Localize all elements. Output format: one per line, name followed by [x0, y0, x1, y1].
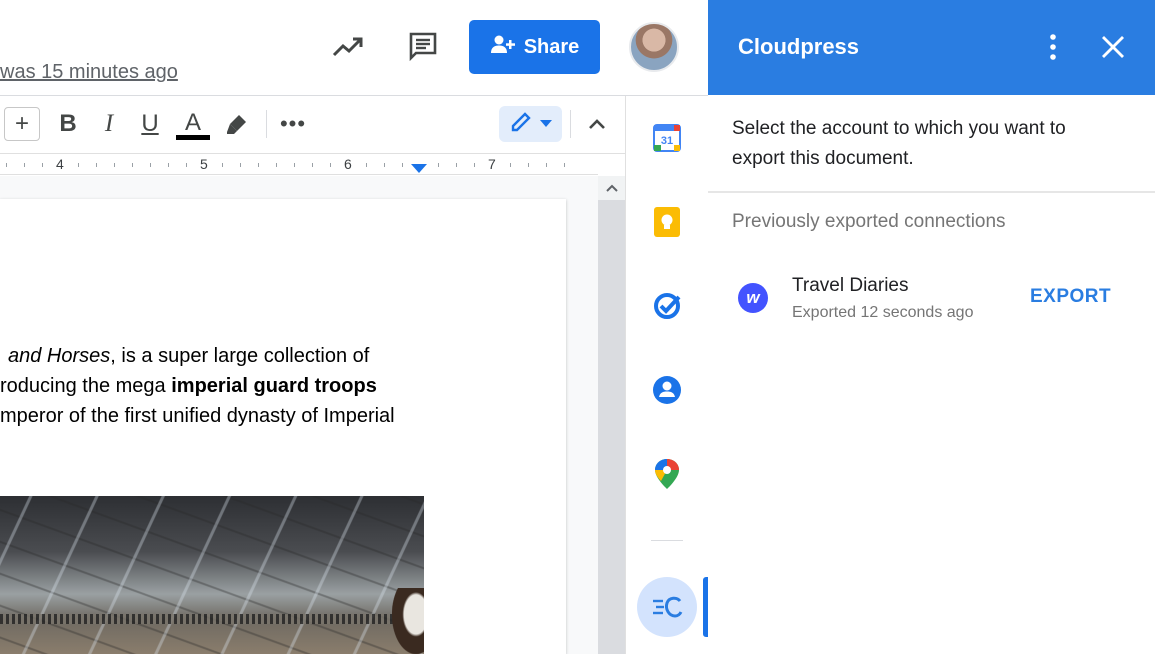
document-image[interactable]	[0, 496, 424, 654]
ruler-tick	[258, 163, 259, 167]
connection-export-time: Exported 12 seconds ago	[792, 304, 974, 321]
panel-title: Cloudpress	[738, 34, 860, 59]
editing-mode-button[interactable]	[499, 106, 562, 142]
close-icon[interactable]	[1096, 30, 1130, 64]
ruler-tick	[438, 163, 439, 167]
doc-text-line[interactable]: mperor of the first unified dynasty of I…	[0, 401, 395, 431]
more-options-button[interactable]: •••	[278, 106, 308, 142]
toolbar-divider	[570, 110, 571, 138]
formatting-toolbar: + B I U A •••	[0, 96, 625, 154]
last-edit-link[interactable]: was 15 minutes ago	[0, 61, 178, 84]
avatar[interactable]	[629, 22, 679, 72]
ruler-tick	[546, 163, 547, 167]
more-vert-icon[interactable]	[1039, 30, 1067, 64]
ruler-tick	[240, 163, 241, 167]
connection-name: Travel Diaries	[792, 275, 909, 296]
calendar-day: 31	[661, 135, 673, 147]
activity-trend-icon[interactable]	[328, 26, 368, 66]
docs-header: was 15 minutes ago Share	[0, 0, 708, 96]
pencil-icon	[510, 111, 532, 138]
ruler-tick	[312, 163, 313, 167]
rail-divider	[651, 540, 683, 541]
ruler-tick	[114, 163, 115, 167]
ruler-mark: 6	[344, 156, 352, 172]
vertical-scrollbar[interactable]	[598, 176, 625, 654]
ruler-tick	[510, 163, 511, 167]
ruler-tick	[96, 163, 97, 167]
ruler-tick	[528, 163, 529, 167]
chevron-down-icon	[539, 115, 552, 133]
panel-instructions: Select the account to which you want to …	[732, 118, 1066, 169]
doc-italic-text: and Horses	[8, 345, 111, 367]
ruler-mark: 7	[488, 156, 496, 172]
doc-text: roducing the mega	[0, 375, 172, 397]
cloudpress-icon[interactable]	[637, 577, 697, 637]
cloudpress-panel: Cloudpress Select the account to which y…	[708, 0, 1155, 654]
ruler-tick	[132, 163, 133, 167]
panel-divider	[708, 191, 1155, 193]
ruler-tick	[186, 163, 187, 167]
keep-icon[interactable]	[652, 207, 682, 237]
ruler-tick	[24, 163, 25, 167]
ruler-tick	[384, 163, 385, 167]
ruler-tick	[330, 163, 331, 167]
ruler-tick	[150, 163, 151, 167]
text-color-swatch	[176, 134, 210, 140]
font-size-increase-button[interactable]: +	[4, 107, 40, 141]
toolbar-divider	[266, 110, 267, 138]
share-button[interactable]: Share	[469, 20, 600, 74]
doc-text: mperor of the first unified dynasty of I…	[0, 405, 395, 427]
italic-button[interactable]: I	[94, 106, 124, 142]
calendar-icon[interactable]: 31	[652, 123, 682, 153]
ruler-mark: 4	[56, 156, 64, 172]
ruler-tick	[402, 163, 403, 167]
share-person-icon	[490, 34, 516, 60]
ruler-tick	[564, 163, 565, 167]
maps-icon[interactable]	[652, 459, 682, 489]
ruler-tick	[456, 163, 457, 167]
ruler-tick	[222, 163, 223, 167]
bold-button[interactable]: B	[52, 106, 84, 142]
image-crowd	[0, 614, 424, 624]
share-label: Share	[523, 35, 580, 58]
ruler-tick	[366, 163, 367, 167]
ruler-tick	[276, 163, 277, 167]
text-color-button[interactable]: A	[176, 106, 210, 142]
right-indent-marker[interactable]	[411, 164, 427, 173]
doc-text-line[interactable]: roducing the mega imperial guard troops	[0, 371, 377, 401]
contacts-icon[interactable]	[652, 375, 682, 405]
highlight-pen-icon[interactable]	[222, 106, 252, 142]
doc-bold-text: imperial guard troops	[171, 375, 377, 397]
ruler-tick	[294, 163, 295, 167]
ruler[interactable]: 4 5 6 7	[0, 155, 598, 175]
section-heading: Previously exported connections	[732, 211, 1006, 232]
panel-header: Cloudpress	[708, 0, 1155, 95]
webflow-icon: w	[738, 283, 768, 313]
ruler-tick	[42, 163, 43, 167]
image-horse	[392, 588, 424, 654]
ruler-tick	[6, 163, 7, 167]
text-color-letter: A	[184, 108, 201, 136]
ruler-tick	[78, 163, 79, 167]
collapse-toolbar-chevron-up-icon[interactable]	[582, 106, 612, 142]
tasks-icon[interactable]	[652, 291, 682, 321]
ruler-tick	[168, 163, 169, 167]
underline-button[interactable]: U	[134, 106, 166, 142]
doc-text-line[interactable]: and Horses, is a super large collection …	[0, 341, 369, 371]
export-button[interactable]: EXPORT	[1030, 286, 1111, 308]
scroll-up-chevron-icon[interactable]	[598, 176, 625, 200]
comment-icon[interactable]	[403, 26, 443, 66]
ruler-mark: 5	[200, 156, 208, 172]
doc-text: , is a super large collection of	[110, 345, 370, 367]
ruler-tick	[474, 163, 475, 167]
